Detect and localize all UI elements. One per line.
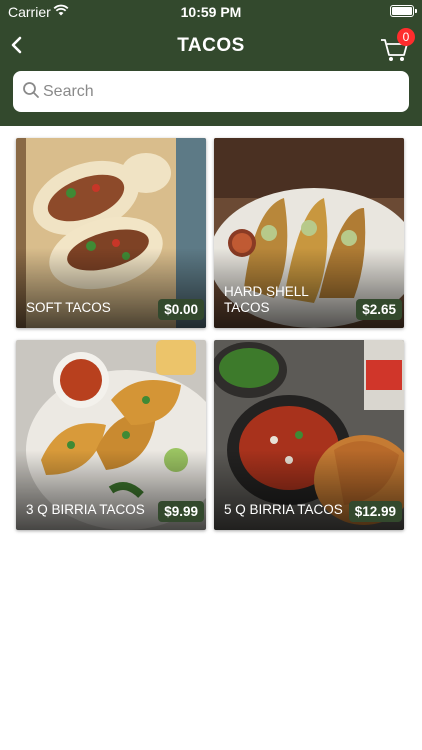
item-price: $9.99 xyxy=(158,501,204,522)
search-icon xyxy=(23,82,39,98)
item-name: 5 Q BIRRIA TACOS xyxy=(224,502,343,517)
search-bar[interactable] xyxy=(13,71,409,112)
cart-count-badge: 0 xyxy=(397,28,415,46)
clock: 10:59 PM xyxy=(180,4,242,20)
menu-item-card[interactable]: 5 Q BIRRIA TACOS $12.99 xyxy=(214,340,404,530)
search-input[interactable] xyxy=(43,71,393,112)
page-title: TACOS xyxy=(177,35,245,56)
cart-button[interactable]: 0 xyxy=(376,28,416,64)
app-header: Carrier 10:59 PM TACOS 0 xyxy=(0,0,422,126)
item-name: 3 Q BIRRIA TACOS xyxy=(26,502,145,517)
status-bar: Carrier 10:59 PM xyxy=(0,0,422,24)
nav-bar: TACOS 0 xyxy=(0,24,422,68)
item-name: SOFT TACOS xyxy=(26,300,111,315)
item-price: $2.65 xyxy=(356,299,402,320)
battery-icon xyxy=(390,5,417,17)
menu-item-card[interactable]: 3 Q BIRRIA TACOS $9.99 xyxy=(16,340,206,530)
menu-item-card[interactable]: SOFT TACOS $0.00 xyxy=(16,138,206,328)
item-price: $12.99 xyxy=(348,501,402,522)
menu-item-card[interactable]: HARD SHELL TACOS $2.65 xyxy=(214,138,404,328)
item-price: $0.00 xyxy=(158,299,204,320)
item-name: HARD SHELL TACOS xyxy=(224,284,309,315)
